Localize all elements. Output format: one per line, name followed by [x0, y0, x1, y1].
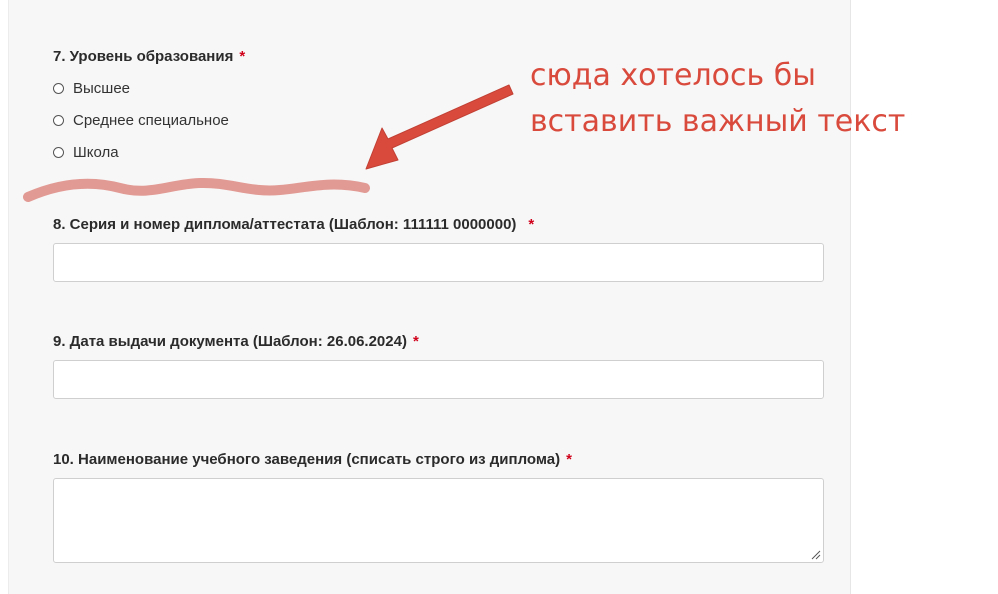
radio-button[interactable]: [53, 83, 64, 94]
annotation-line-1: сюда хотелось бы: [530, 58, 816, 93]
q7-option-school[interactable]: Школа: [53, 144, 119, 161]
q7-option-label: Высшее: [73, 80, 131, 97]
q7-option-vocational[interactable]: Среднее специальное: [53, 112, 229, 129]
q7-option-higher[interactable]: Высшее: [53, 80, 130, 97]
q10-label-text: 10. Наименование учебного заведения (спи…: [53, 451, 561, 468]
q7-option-label: Школа: [73, 144, 119, 161]
resize-grip-icon[interactable]: [811, 550, 821, 560]
q8-required-mark: *: [528, 216, 535, 233]
diploma-number-input[interactable]: [53, 243, 824, 282]
q9-required-mark: *: [412, 333, 419, 350]
issue-date-input[interactable]: [53, 360, 824, 399]
q10-required-mark: *: [566, 451, 572, 468]
annotation-line-2: вставить важный текст: [530, 104, 906, 139]
annotation-text: сюда хотелось бы вставить важный текст: [530, 53, 905, 145]
q10-label: 10. Наименование учебного заведения (спи…: [53, 451, 572, 468]
institution-name-textarea[interactable]: [53, 478, 824, 563]
screenshot-stage: 7. Уровень образования * Высшее Среднее с…: [0, 0, 998, 594]
q8-label: 8. Серия и номер диплома/аттестата (Шабл…: [53, 216, 534, 233]
q7-label-text: 7. Уровень образования: [53, 48, 234, 65]
q9-label: 9. Дата выдачи документа (Шаблон: 26.06.…: [53, 333, 419, 350]
q7-required-mark: *: [239, 48, 246, 65]
radio-button[interactable]: [53, 147, 64, 158]
radio-button[interactable]: [53, 115, 64, 126]
q8-label-text: 8. Серия и номер диплома/аттестата (Шабл…: [53, 216, 517, 233]
q7-label: 7. Уровень образования *: [53, 48, 245, 65]
q9-label-text: 9. Дата выдачи документа (Шаблон: 26.06.…: [53, 333, 407, 350]
q7-option-label: Среднее специальное: [73, 112, 229, 129]
